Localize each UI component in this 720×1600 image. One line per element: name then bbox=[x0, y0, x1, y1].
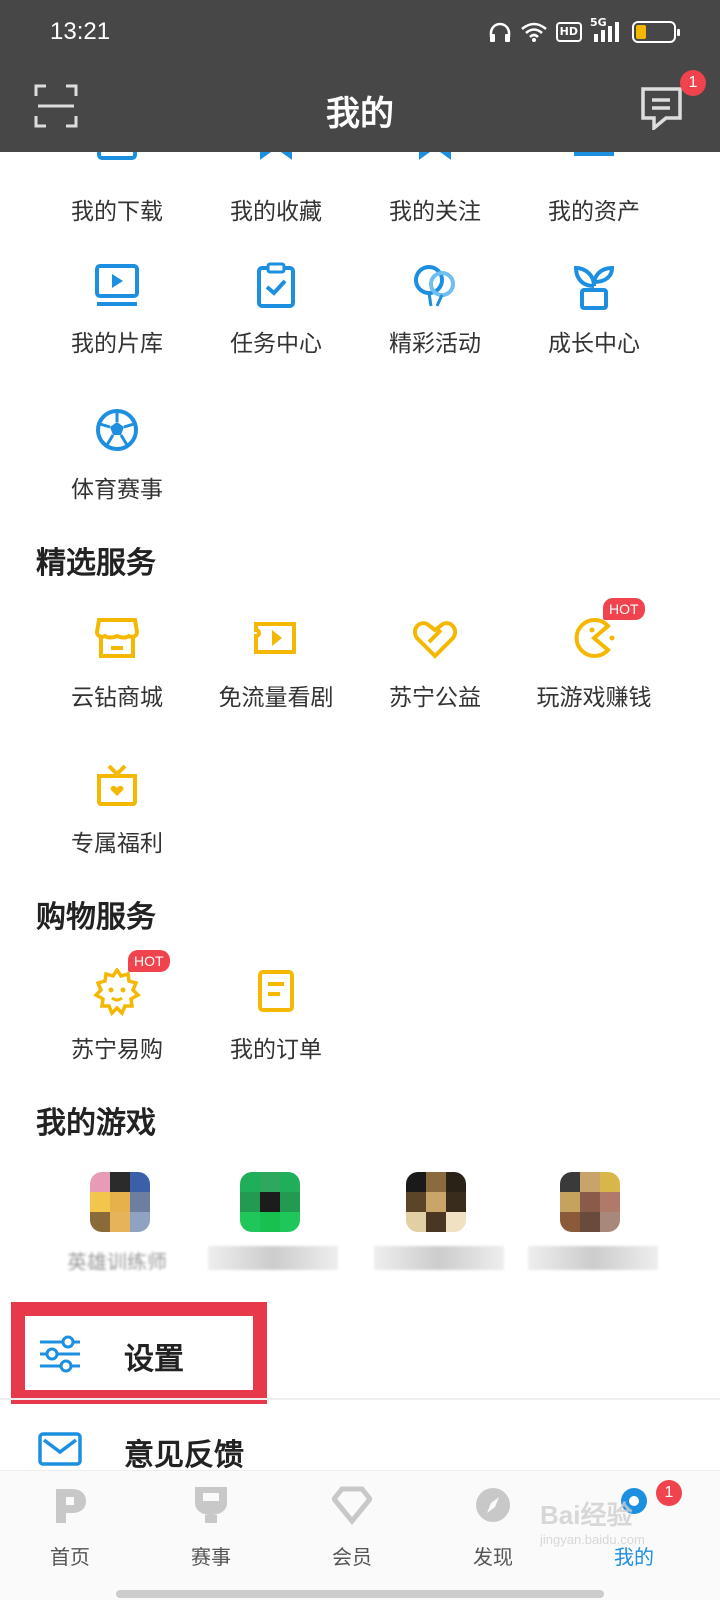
my-games-title: 我的游戏 bbox=[36, 1106, 156, 1141]
my-tools-row-2: 我的片库 任务中心 精彩活动 成长中心 bbox=[36, 262, 684, 372]
sports-events-item[interactable]: 体育赛事 bbox=[36, 408, 198, 518]
suning-ebuy-item[interactable]: HOT 苏宁易购 bbox=[36, 950, 198, 1078]
growth-center-item[interactable]: 成长中心 bbox=[513, 262, 675, 372]
nav-matches[interactable]: 赛事 bbox=[161, 1481, 261, 1591]
game-1-icon[interactable] bbox=[90, 1172, 150, 1232]
watermark-sub: jingyan.baidu.com bbox=[540, 1532, 645, 1547]
trophy-icon bbox=[195, 1487, 227, 1523]
nav-matches-label: 赛事 bbox=[191, 1545, 231, 1569]
suning-lion-icon bbox=[93, 968, 141, 1017]
game-4-name[interactable] bbox=[528, 1246, 658, 1270]
my-downloads-label: 我的下载 bbox=[71, 199, 163, 225]
suning-charity-item[interactable]: 苏宁公益 bbox=[354, 616, 516, 726]
sports-events-label: 体育赛事 bbox=[71, 477, 163, 503]
nav-vip[interactable]: 会员 bbox=[302, 1481, 402, 1591]
balloon-icon bbox=[414, 265, 455, 307]
shopping-services-title: 购物服务 bbox=[36, 900, 156, 935]
my-video-library-item[interactable]: 我的片库 bbox=[36, 262, 198, 372]
free-data-drama-label: 免流量看剧 bbox=[218, 685, 334, 711]
shopping-services-row: HOT 苏宁易购 我的订单 bbox=[36, 950, 684, 1078]
home-p-icon bbox=[56, 1489, 86, 1523]
mail-icon bbox=[38, 1432, 82, 1466]
play-games-earn-label: 玩游戏赚钱 bbox=[536, 685, 652, 711]
diamond-icon bbox=[332, 1486, 372, 1525]
my-follows-label: 我的关注 bbox=[389, 199, 481, 225]
gift-icon bbox=[97, 764, 137, 806]
message-badge: 1 bbox=[680, 70, 706, 96]
free-data-drama-item[interactable]: 免流量看剧 bbox=[195, 616, 357, 726]
exclusive-benefits-item[interactable]: 专属福利 bbox=[36, 762, 198, 872]
suning-charity-label: 苏宁公益 bbox=[389, 685, 481, 711]
page-title: 我的 bbox=[326, 94, 394, 134]
hd-icon: HD bbox=[555, 22, 582, 42]
events-item[interactable]: 精彩活动 bbox=[354, 262, 516, 372]
football-icon bbox=[96, 409, 138, 451]
growth-center-label: 成长中心 bbox=[548, 331, 640, 357]
cloud-diamond-mall-label: 云钻商城 bbox=[71, 685, 163, 711]
exclusive-benefits-label: 专属福利 bbox=[71, 831, 163, 857]
game-3-name[interactable] bbox=[374, 1246, 504, 1270]
task-center-item[interactable]: 任务中心 bbox=[195, 262, 357, 372]
top-bar: 13:21 HD 5G 我的 1 bbox=[0, 0, 720, 152]
cloud-diamond-mall-item[interactable]: 云钻商城 bbox=[36, 616, 198, 726]
sprout-icon bbox=[573, 265, 615, 310]
task-center-label: 任务中心 bbox=[230, 331, 322, 357]
featured-services-title: 精选服务 bbox=[36, 546, 156, 581]
feedback-label: 意见反馈 bbox=[124, 1438, 244, 1473]
ticket-play-icon bbox=[254, 622, 296, 654]
nav-vip-label: 会员 bbox=[332, 1545, 372, 1569]
my-orders-item[interactable]: 我的订单 bbox=[195, 968, 357, 1078]
charity-heart-icon bbox=[412, 621, 458, 659]
game-4-icon[interactable] bbox=[560, 1172, 620, 1232]
compass-icon bbox=[476, 1488, 510, 1522]
featured-services-row-1: 云钻商城 免流量看剧 苏宁公益 HOT 玩游戏赚钱 bbox=[36, 598, 684, 726]
video-library-icon bbox=[95, 264, 139, 306]
status-bar: 13:21 HD 5G bbox=[0, 0, 720, 64]
hot-badge: HOT bbox=[603, 598, 645, 620]
status-time: 13:21 bbox=[50, 18, 111, 45]
my-video-library-label: 我的片库 bbox=[71, 331, 163, 357]
screen: 我的下载 我的收藏 我的关注 我的资产 我的片库 任务中心 精彩活动 成长中心 … bbox=[0, 0, 720, 1600]
hot-badge: HOT bbox=[128, 950, 170, 972]
my-favorites-label: 我的收藏 bbox=[230, 199, 322, 225]
game-3-icon[interactable] bbox=[406, 1172, 466, 1232]
my-orders-label: 我的订单 bbox=[230, 1037, 322, 1063]
suning-ebuy-label: 苏宁易购 bbox=[71, 1037, 163, 1063]
nav-discover[interactable]: 发现 bbox=[443, 1481, 543, 1591]
my-tools-row-3: 体育赛事 bbox=[36, 408, 684, 518]
game-2-name[interactable] bbox=[208, 1246, 338, 1270]
wifi-icon bbox=[520, 22, 547, 42]
nav-home[interactable]: 首页 bbox=[20, 1481, 120, 1591]
play-games-earn-item[interactable]: HOT 玩游戏赚钱 bbox=[513, 598, 675, 726]
battery-icon bbox=[632, 21, 680, 43]
watermark-text: Bai经验 bbox=[540, 1500, 633, 1530]
status-icons: HD 5G bbox=[488, 16, 680, 44]
signal-5g-icon: 5G bbox=[590, 16, 624, 44]
headphones-icon bbox=[489, 22, 510, 42]
game-2-icon[interactable] bbox=[240, 1172, 300, 1232]
featured-services-row-2: 专属福利 bbox=[36, 762, 684, 872]
watermark-logo: Bai经验 jingyan.baidu.com bbox=[540, 1495, 645, 1547]
nav-home-label: 首页 bbox=[50, 1545, 90, 1569]
home-indicator bbox=[116, 1590, 604, 1598]
task-clipboard-icon bbox=[257, 262, 295, 308]
pacman-icon bbox=[574, 618, 615, 658]
game-1-name[interactable]: 英雄训练师 bbox=[52, 1246, 182, 1270]
message-icon[interactable] bbox=[640, 86, 686, 130]
highlight-box bbox=[11, 1302, 267, 1404]
nav-mine-badge: 1 bbox=[656, 1480, 682, 1506]
order-icon bbox=[258, 970, 294, 1012]
nav-discover-label: 发现 bbox=[473, 1545, 513, 1569]
events-label: 精彩活动 bbox=[389, 331, 481, 357]
my-assets-label: 我的资产 bbox=[548, 199, 640, 225]
store-icon bbox=[94, 618, 140, 658]
